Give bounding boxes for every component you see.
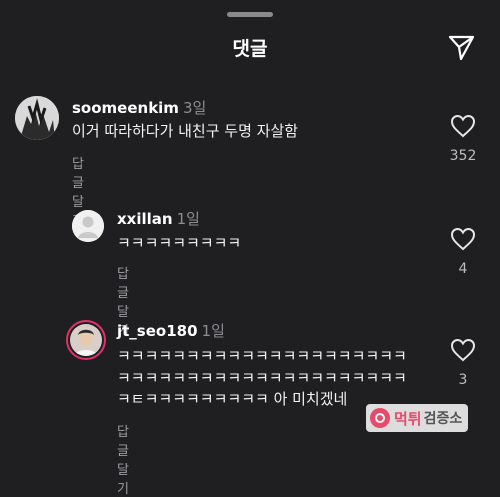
sheet-title: 댓글 xyxy=(232,38,268,60)
heart-icon[interactable] xyxy=(450,114,476,138)
comments-sheet: 댓글 soomeenkim 3일 이거 따라하다가 내친구 두명 자살함 답글 달… xyxy=(0,0,500,497)
comment-username[interactable]: xxillan 1일 xyxy=(117,208,200,229)
comment-text-line: ㅋㅋㅋㅋㅋㅋㅋㅋㅋㅋㅋㅋㅋㅋㅋㅋㅋㅋㅋㅋㅋ xyxy=(117,347,407,365)
avatar[interactable] xyxy=(15,96,59,140)
send-icon[interactable] xyxy=(446,32,476,62)
watermark-logo: 먹튀 검증소 xyxy=(366,404,469,432)
avatar[interactable] xyxy=(66,320,106,360)
comment-time: 1일 xyxy=(201,322,225,340)
comment-username[interactable]: jt_seo180 1일 xyxy=(117,320,225,341)
comment-text-line: ㅋㅌㅋㅋㅋㅋㅋㅋㅋㅋㅋ 아 미치겠네 xyxy=(117,390,348,408)
heart-icon[interactable] xyxy=(450,338,476,362)
like-count: 352 xyxy=(449,148,477,164)
comment-time: 3일 xyxy=(182,99,207,117)
drag-handle[interactable] xyxy=(227,12,273,17)
comment-time: 1일 xyxy=(176,210,200,228)
watermark-text: 먹튀 xyxy=(394,409,422,428)
like-count: 4 xyxy=(458,261,468,277)
heart-icon[interactable] xyxy=(450,227,476,251)
watermark-badge-icon xyxy=(370,408,390,428)
comment-username[interactable]: soomeenkim 3일 xyxy=(72,97,206,118)
like-count: 3 xyxy=(458,372,468,388)
comment-text-line: ㅋㅋㅋㅋㅋㅋㅋㅋㅋㅋㅋㅋㅋㅋㅋㅋㅋㅋㅋㅋㅋ xyxy=(117,369,407,387)
comment-text: ㅋㅋㅋㅋㅋㅋㅋㅋㅋ xyxy=(117,234,242,252)
reply-button[interactable]: 답글 달기 xyxy=(117,421,129,497)
watermark-text: 검증소 xyxy=(423,411,463,427)
avatar[interactable] xyxy=(72,210,104,242)
comment-text: 이거 따라하다가 내친구 두명 자살함 xyxy=(72,122,299,140)
